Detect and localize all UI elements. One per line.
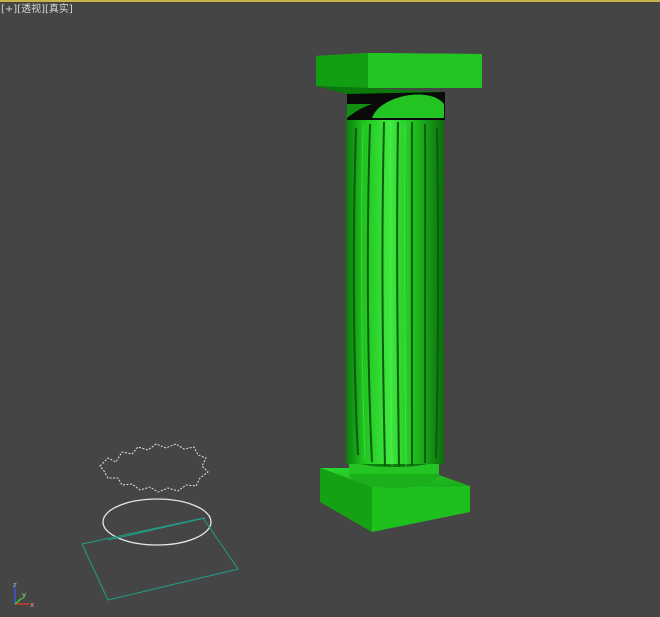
circle-spline-shape xyxy=(102,498,212,546)
column-object[interactable] xyxy=(316,53,482,532)
column-base-right-side xyxy=(372,486,470,532)
axis-gizmo: z x y xyxy=(13,581,34,609)
gear-spline-shape xyxy=(99,443,209,493)
axis-y-label: y xyxy=(22,591,26,599)
axis-z-label: z xyxy=(13,581,17,589)
perspective-viewport[interactable]: [+][透视][真实] z x y xyxy=(0,0,660,617)
plane-object[interactable] xyxy=(81,517,239,601)
plane-diagonal xyxy=(107,517,206,541)
column-shaft xyxy=(346,114,444,464)
circle-spline-object[interactable] xyxy=(102,498,212,546)
plane-outline xyxy=(81,517,239,601)
column-capital-front xyxy=(368,53,482,88)
scene-canvas: z x y xyxy=(13,53,482,609)
column-capital-left-side xyxy=(316,53,368,88)
gear-spline-object[interactable] xyxy=(99,443,209,493)
axis-x-label: x xyxy=(30,601,34,609)
